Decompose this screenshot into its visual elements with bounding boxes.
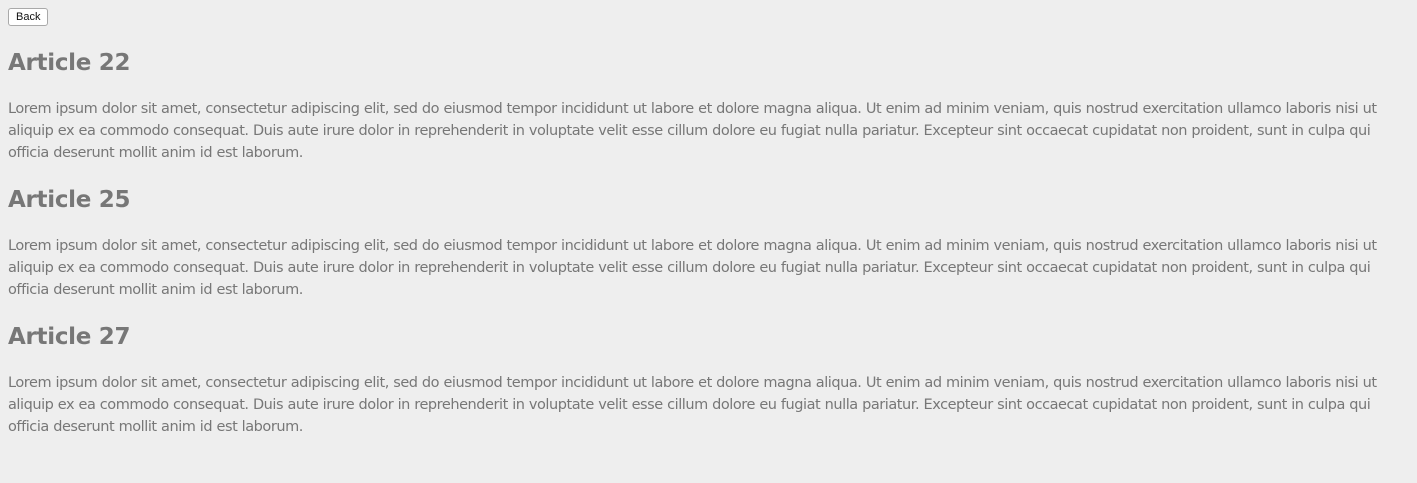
article-title: Article 22 (8, 50, 131, 76)
page: Back Article 22 Lorem ipsum dolor sit am… (0, 0, 1417, 483)
article-body: Lorem ipsum dolor sit amet, consectetur … (8, 375, 1377, 435)
article: Article 22 Lorem ipsum dolor sit amet, c… (8, 48, 1400, 164)
article-list: Article 22 Lorem ipsum dolor sit amet, c… (8, 48, 1400, 459)
article-title: Article 27 (8, 324, 131, 350)
article: Article 27 Lorem ipsum dolor sit amet, c… (8, 322, 1400, 438)
article-body: Lorem ipsum dolor sit amet, consectetur … (8, 238, 1377, 298)
back-button[interactable]: Back (8, 8, 49, 26)
article-title: Article 25 (8, 187, 131, 213)
article: Article 25 Lorem ipsum dolor sit amet, c… (8, 185, 1400, 301)
article-body: Lorem ipsum dolor sit amet, consectetur … (8, 101, 1377, 161)
